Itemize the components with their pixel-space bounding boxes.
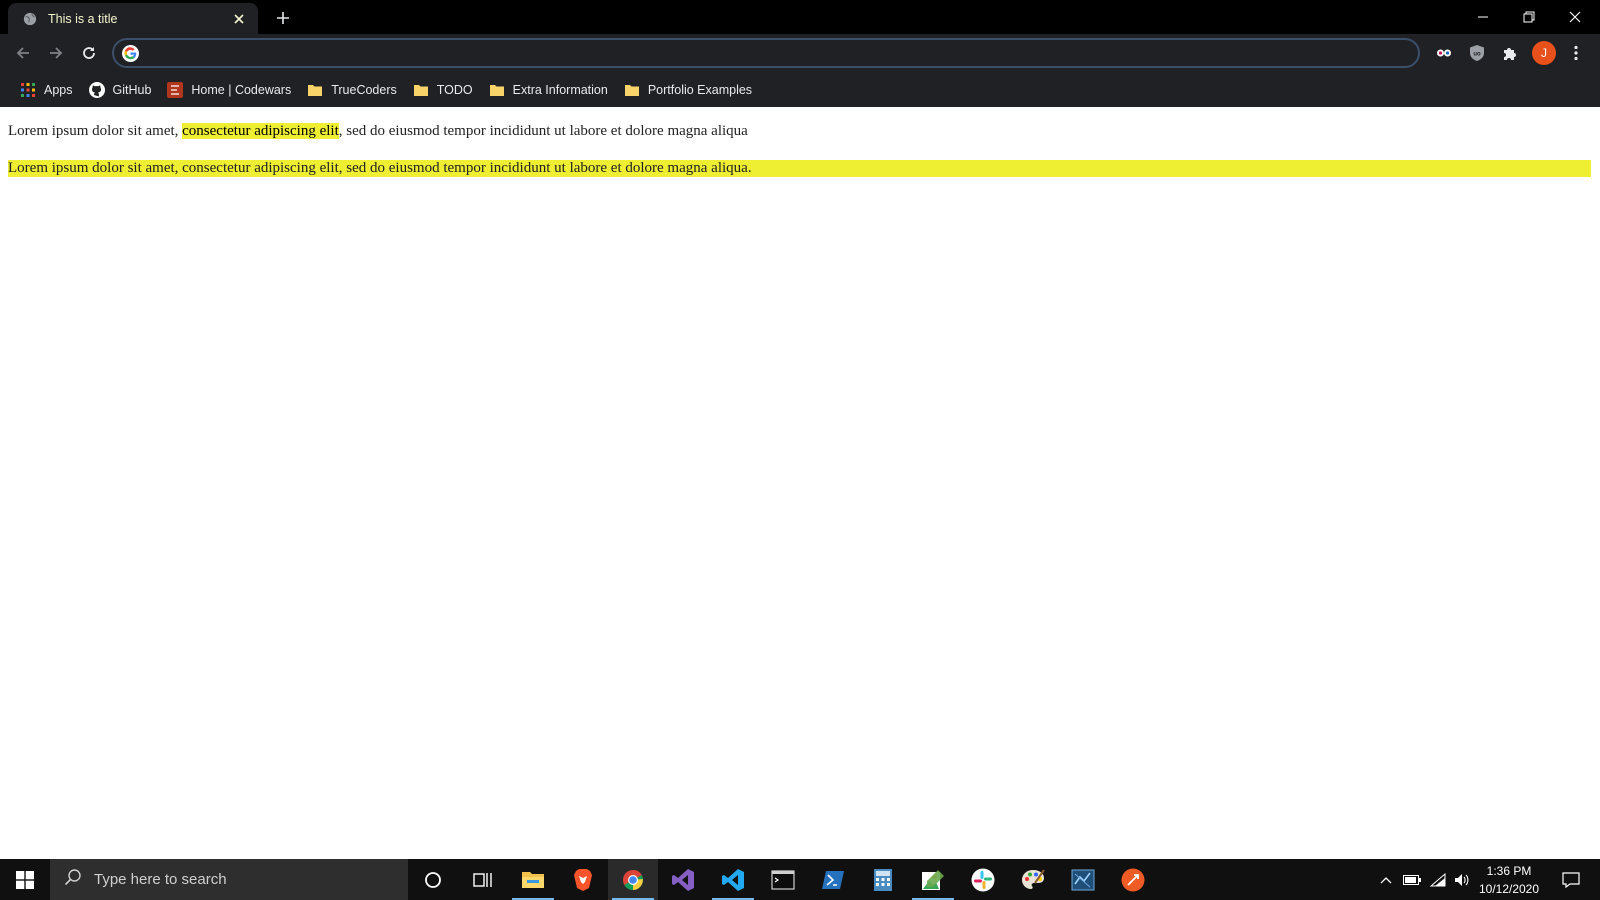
github-icon <box>88 81 105 98</box>
folder-icon <box>413 82 429 98</box>
calculator-icon[interactable] <box>858 859 908 900</box>
new-tab-button[interactable] <box>272 7 294 29</box>
profile-initial: J <box>1541 46 1547 60</box>
address-input[interactable] <box>146 42 1418 64</box>
highlighted-paragraph: Lorem ipsum dolor sit amet, consectetur … <box>8 160 1591 177</box>
cortana-icon[interactable] <box>408 859 458 900</box>
powershell-icon[interactable] <box>808 859 858 900</box>
globe-icon <box>22 11 38 27</box>
windows-taskbar: Type here to search 1:36 PM 10/12/2020 <box>0 859 1600 900</box>
close-window-icon[interactable] <box>1552 0 1598 34</box>
browser-title-bar: This is a title <box>0 0 1600 34</box>
minimize-window-icon[interactable] <box>1460 0 1506 34</box>
bookmark-label: TrueCoders <box>331 82 397 97</box>
apps-grid-icon <box>20 82 36 98</box>
battery-icon[interactable] <box>1400 859 1424 900</box>
profile-avatar[interactable]: J <box>1532 41 1556 65</box>
notifications-icon[interactable] <box>1556 859 1586 900</box>
folder-icon <box>624 82 640 98</box>
reload-icon[interactable] <box>76 40 102 66</box>
bookmark-label: Extra Information <box>512 82 608 97</box>
postman-icon[interactable] <box>1108 859 1158 900</box>
bookmark-github[interactable]: GitHub <box>83 78 158 102</box>
brave-browser-icon[interactable] <box>558 859 608 900</box>
slack-icon[interactable] <box>958 859 1008 900</box>
ublock-shield-icon[interactable]: uo <box>1465 41 1489 65</box>
bookmarks-bar: Apps GitHub Home | Codewars TrueCoders T… <box>0 72 1600 107</box>
paint-palette-icon[interactable] <box>1008 859 1058 900</box>
extensions-puzzle-icon[interactable] <box>1498 41 1522 65</box>
visual-studio-icon[interactable] <box>658 859 708 900</box>
clock-date: 10/12/2020 <box>1478 882 1540 896</box>
close-tab-icon[interactable] <box>230 10 248 28</box>
bookmark-label: Home | Codewars <box>191 82 292 97</box>
paragraph-text: , sed do eiusmod tempor incididunt ut la… <box>338 123 748 139</box>
taskbar-search-box[interactable]: Type here to search <box>50 859 408 900</box>
address-bar[interactable] <box>112 38 1420 68</box>
bookmark-codewars[interactable]: Home | Codewars <box>161 78 297 102</box>
browser-toolbar: uo J <box>0 34 1600 72</box>
bookmark-portfolio-examples[interactable]: Portfolio Examples <box>618 78 758 102</box>
search-placeholder: Type here to search <box>94 871 227 888</box>
page-content: Lorem ipsum dolor sit amet, consectetur … <box>0 107 1600 859</box>
svg-text:uo: uo <box>1473 52 1481 58</box>
forward-arrow-icon[interactable] <box>43 40 69 66</box>
bookmark-extra-information[interactable]: Extra Information <box>483 78 614 102</box>
taskbar-clock[interactable]: 1:36 PM 10/12/2020 <box>1466 862 1552 898</box>
tab-title: This is a title <box>48 11 118 26</box>
back-arrow-icon[interactable] <box>10 40 36 66</box>
bookmark-label: TODO <box>436 82 473 97</box>
extension-glasses-icon[interactable] <box>1432 41 1456 65</box>
restore-window-icon[interactable] <box>1506 0 1552 34</box>
highlighted-text: consectetur adipiscing elit <box>182 123 339 139</box>
bookmark-todo[interactable]: TODO <box>407 78 479 102</box>
more-menu-icon[interactable] <box>1564 41 1588 65</box>
photos-editor-icon[interactable] <box>908 859 958 900</box>
chrome-icon[interactable] <box>608 859 658 900</box>
folder-icon <box>307 82 323 98</box>
codewars-icon <box>167 81 184 98</box>
bookmark-apps[interactable]: Apps <box>14 78 79 102</box>
azure-data-studio-icon[interactable] <box>1058 859 1108 900</box>
bookmark-label: Portfolio Examples <box>647 82 753 97</box>
bookmark-label: GitHub <box>112 82 152 97</box>
windows-start-icon[interactable] <box>0 859 50 900</box>
bookmark-label: Apps <box>44 82 73 97</box>
task-view-icon[interactable] <box>458 859 508 900</box>
search-icon <box>64 868 82 891</box>
show-hidden-icons-chevron[interactable] <box>1376 859 1396 900</box>
file-explorer-icon[interactable] <box>508 859 558 900</box>
clock-time: 1:36 PM <box>1486 864 1532 878</box>
folder-icon <box>489 82 505 98</box>
wifi-icon[interactable] <box>1426 859 1450 900</box>
vscode-icon[interactable] <box>708 859 758 900</box>
terminal-icon[interactable] <box>758 859 808 900</box>
paragraph-with-inline-highlight: Lorem ipsum dolor sit amet, consectetur … <box>8 123 748 140</box>
paragraph-text: Lorem ipsum dolor sit amet, <box>8 123 183 139</box>
bookmark-truecoders[interactable]: TrueCoders <box>301 78 403 102</box>
google-g-icon <box>122 44 139 62</box>
browser-tab-active[interactable]: This is a title <box>8 3 258 34</box>
